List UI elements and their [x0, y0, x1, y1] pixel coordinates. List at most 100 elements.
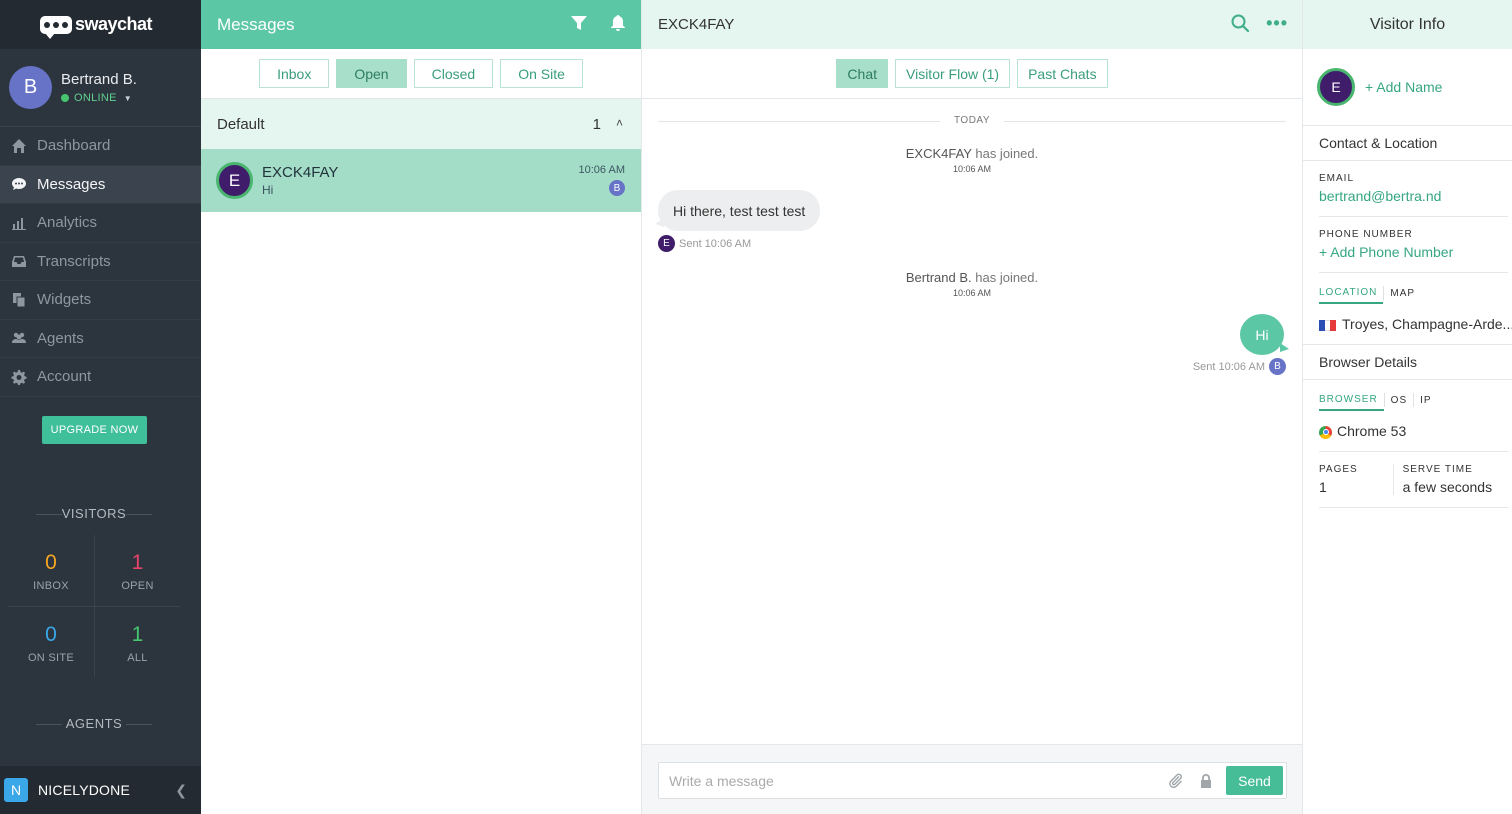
- sidebar: swaychat B Bertrand B. ONLINE ▼ Dashboar…: [0, 0, 201, 814]
- nav-label: Widgets: [37, 291, 92, 309]
- workspace-switcher[interactable]: N NICELYDONE ❮: [0, 766, 201, 814]
- visitors-section-title: VISITORS: [0, 506, 188, 521]
- serve-time-value: a few seconds: [1402, 479, 1493, 495]
- nav-item-agents[interactable]: Agents: [0, 320, 201, 358]
- lock-icon[interactable]: [1196, 771, 1216, 791]
- stat-label: OPEN: [121, 580, 154, 592]
- browser-value: Chrome 53: [1337, 423, 1407, 439]
- browser-block: BROWSER OS IP Chrome 53: [1303, 380, 1512, 451]
- agent-avatar: B: [1269, 358, 1286, 375]
- chat-header: EXCK4FAY •••: [642, 0, 1302, 49]
- stat-label: INBOX: [33, 580, 69, 592]
- email-link[interactable]: bertrand@bertra.nd: [1319, 188, 1512, 204]
- visitor-info-panel: Visitor Info E + Add Name Contact & Loca…: [1303, 0, 1512, 814]
- stat-label: ON SITE: [27, 652, 75, 664]
- chat-icon: [10, 176, 27, 193]
- france-flag-icon: [1319, 319, 1337, 331]
- phone-block: PHONE NUMBER + Add Phone Number: [1303, 217, 1512, 272]
- location-tabs: LOCATION MAP: [1319, 286, 1512, 304]
- messages-title: Messages: [217, 14, 295, 34]
- stat-all[interactable]: 1 ALL: [94, 607, 180, 677]
- status-dropdown[interactable]: ONLINE ▼: [61, 92, 137, 104]
- nav-item-analytics[interactable]: Analytics: [0, 204, 201, 243]
- nav-item-dashboard[interactable]: Dashboard: [0, 127, 201, 166]
- tab-chat[interactable]: Chat: [836, 59, 888, 88]
- stat-open[interactable]: 1 OPEN: [94, 535, 180, 606]
- stat-label: ALL: [127, 652, 148, 664]
- event-who: EXCK4FAY: [905, 146, 972, 161]
- user-name: Bertrand B.: [61, 71, 137, 88]
- location-block: LOCATION MAP Troyes, Champagne-Arde...: [1303, 273, 1512, 344]
- nav-label: Transcripts: [37, 252, 111, 270]
- upgrade-now-button[interactable]: UPGRADE NOW: [42, 416, 147, 444]
- tab-ip[interactable]: IP: [1420, 395, 1437, 410]
- inbox-icon: [10, 253, 27, 270]
- add-name-link[interactable]: + Add Name: [1365, 79, 1442, 95]
- sent-time: Sent 10:06 AM: [679, 237, 752, 250]
- conversation-item[interactable]: E EXCK4FAY Hi 10:06 AM B: [201, 149, 641, 212]
- nav-label: Messages: [37, 175, 106, 193]
- group-header-default[interactable]: Default 1 ˄: [201, 99, 641, 149]
- workspace-badge: N: [4, 778, 28, 802]
- stat-value: 0: [45, 551, 57, 574]
- event-who: Bertrand B.: [905, 270, 972, 285]
- avatar: B: [9, 66, 52, 109]
- stat-inbox[interactable]: 0 INBOX: [8, 535, 94, 606]
- nav-item-transcripts[interactable]: Transcripts: [0, 243, 201, 281]
- visitor-name-row: E + Add Name: [1303, 49, 1512, 126]
- nav-label: Account: [37, 368, 92, 386]
- filter-icon[interactable]: [570, 14, 590, 34]
- chevron-up-icon[interactable]: ˄: [616, 116, 623, 130]
- bell-icon[interactable]: [609, 14, 629, 34]
- visit-stats: PAGES 1 SERVE TIME a few seconds: [1303, 452, 1512, 495]
- event-time: 10:06 AM: [952, 288, 992, 298]
- visitor-stats: 0 INBOX 1 OPEN 0 ON SITE 1 ALL: [8, 535, 180, 677]
- tab-os[interactable]: OS: [1391, 395, 1413, 410]
- nav-item-widgets[interactable]: Widgets: [0, 281, 201, 320]
- nav-item-messages[interactable]: Messages: [0, 165, 201, 204]
- tab-past-chats[interactable]: Past Chats: [1017, 59, 1108, 88]
- tab-browser[interactable]: BROWSER: [1319, 394, 1384, 411]
- caret-down-icon: ▼: [123, 93, 132, 103]
- browser-row: Chrome 53: [1319, 423, 1512, 439]
- pages-label: PAGES: [1319, 464, 1358, 475]
- search-icon[interactable]: [1230, 13, 1250, 37]
- email-block: EMAIL bertrand@bertra.nd: [1303, 161, 1512, 216]
- stat-on-site[interactable]: 0 ON SITE: [8, 607, 94, 677]
- more-options-icon[interactable]: •••: [1266, 13, 1288, 34]
- outgoing-message: Hi: [1240, 314, 1289, 355]
- filter-closed[interactable]: Closed: [413, 59, 494, 88]
- filter-inbox[interactable]: Inbox: [259, 59, 330, 88]
- tab-map[interactable]: MAP: [1390, 288, 1421, 303]
- conversation-preview: Hi: [262, 183, 274, 197]
- browser-tabs: BROWSER OS IP: [1319, 393, 1512, 411]
- tab-visitor-flow[interactable]: Visitor Flow (1): [895, 59, 1011, 88]
- nav-label: Agents: [37, 329, 84, 347]
- user-profile[interactable]: B Bertrand B. ONLINE ▼: [0, 49, 201, 127]
- tab-location[interactable]: LOCATION: [1319, 287, 1384, 304]
- send-button[interactable]: Send: [1226, 766, 1283, 795]
- message-input[interactable]: [659, 763, 1166, 798]
- bar-chart-icon: [10, 214, 27, 231]
- location-value: Troyes, Champagne-Arde...: [1342, 316, 1512, 332]
- filter-on-site[interactable]: On Site: [500, 59, 583, 88]
- messages-panel: Messages Inbox Open Closed On Site Defau…: [201, 0, 642, 814]
- chat-title: EXCK4FAY: [658, 16, 735, 33]
- users-icon: [10, 330, 27, 347]
- add-phone-link[interactable]: + Add Phone Number: [1319, 244, 1512, 260]
- nav-item-account[interactable]: Account: [0, 358, 201, 397]
- visitor-avatar: E: [216, 162, 253, 199]
- stat-value: 1: [131, 551, 144, 574]
- visitor-info-title: Visitor Info: [1303, 0, 1512, 49]
- paperclip-icon[interactable]: [1166, 771, 1186, 791]
- filter-open[interactable]: Open: [336, 59, 407, 88]
- chat-tabs: Chat Visitor Flow (1) Past Chats: [642, 49, 1302, 99]
- serve-time-label: SERVE TIME: [1402, 464, 1473, 475]
- outgoing-meta: Sent 10:06 AM B: [1193, 358, 1286, 375]
- logo[interactable]: swaychat: [0, 0, 201, 49]
- gear-icon: [10, 368, 27, 385]
- composer: Send: [658, 762, 1287, 799]
- collapse-sidebar-icon[interactable]: ❮: [175, 782, 187, 799]
- agents-section-title: AGENTS: [0, 716, 188, 731]
- messages-header: Messages: [201, 0, 641, 49]
